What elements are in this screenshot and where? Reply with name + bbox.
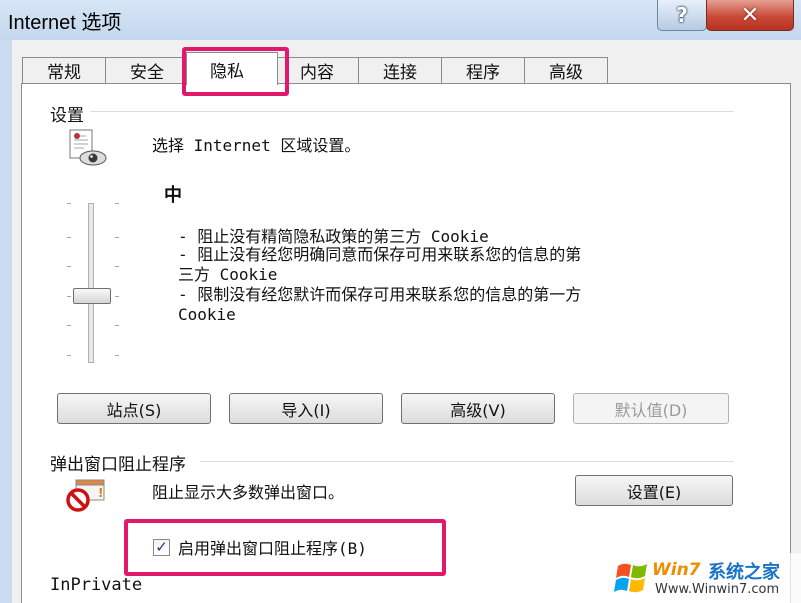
slider-tick <box>67 203 71 204</box>
tab-content[interactable]: 内容 <box>275 57 359 83</box>
slider-tick <box>115 237 119 238</box>
slider-tick <box>115 203 119 204</box>
popup-blocker-icon: ! <box>66 479 105 512</box>
tab-general[interactable]: 常规 <box>22 57 106 83</box>
help-button[interactable]: ? <box>657 0 707 31</box>
tab-label: 安全 <box>130 63 164 83</box>
windows-logo-icon <box>614 563 647 593</box>
slider-tick <box>67 266 71 267</box>
button-label: 导入(I) <box>281 400 331 420</box>
help-icon: ? <box>676 3 688 27</box>
tab-privacy[interactable]: 隐私 <box>186 52 278 85</box>
button-label: 高级(V) <box>450 400 506 420</box>
privacy-description-line: - 阻止没有经您明确同意而保存可用来联系您的信息的第 <box>178 245 582 264</box>
slider-tick <box>115 355 119 356</box>
tab-label: 隐私 <box>210 61 244 82</box>
tab-label: 内容 <box>300 63 334 83</box>
button-label: 设置(E) <box>626 482 682 502</box>
watermark-text: Win7 <box>652 560 701 580</box>
button-label: 站点(S) <box>106 400 162 420</box>
slider-tick <box>115 296 119 297</box>
tab-programs[interactable]: 程序 <box>441 57 525 83</box>
advanced-button[interactable]: 高级(V) <box>401 393 555 424</box>
privacy-document-icon <box>69 129 107 166</box>
enable-popup-blocker-label[interactable]: 启用弹出窗口阻止程序(B) <box>178 539 367 559</box>
slider-tick <box>67 296 71 297</box>
tab-connections[interactable]: 连接 <box>358 57 442 83</box>
privacy-level-slider-track[interactable] <box>88 203 94 363</box>
checkmark-icon: ✓ <box>155 538 168 556</box>
import-button[interactable]: 导入(I) <box>229 393 383 424</box>
inprivate-group-label: InPrivate <box>50 575 149 595</box>
default-button[interactable]: 默认值(D) <box>573 393 729 424</box>
tab-label: 常规 <box>47 63 81 83</box>
tab-label: 连接 <box>383 63 417 83</box>
zone-instruction-text: 选择 Internet 区域设置。 <box>152 136 361 155</box>
enable-popup-blocker-checkbox[interactable]: ✓ <box>153 539 170 556</box>
slider-tick <box>115 325 119 326</box>
slider-tick <box>67 237 71 238</box>
button-label: 默认值(D) <box>614 400 688 420</box>
tab-advanced[interactable]: 高级 <box>524 57 608 83</box>
settings-group-label: 设置 <box>50 101 90 126</box>
close-icon: ✕ <box>740 2 760 28</box>
watermark-url: Www.Winwin7.com <box>655 582 780 597</box>
tab-security[interactable]: 安全 <box>105 57 189 83</box>
svg-text:!: ! <box>98 486 103 500</box>
popup-blocker-group-label: 弹出窗口阻止程序 <box>50 450 192 475</box>
settings-group-divider <box>86 111 734 112</box>
popup-settings-button[interactable]: 设置(E) <box>575 475 733 506</box>
privacy-level-title: 中 <box>164 185 182 206</box>
window-title: Internet 选项 <box>8 12 122 34</box>
privacy-description-line: - 阻止没有精简隐私政策的第三方 Cookie <box>178 227 489 246</box>
popup-blocker-description: 阻止显示大多数弹出窗口。 <box>152 483 345 502</box>
tab-label: 高级 <box>549 63 583 83</box>
privacy-description-line: - 限制没有经您默许而保存可用来联系您的信息的第一方 <box>178 285 582 304</box>
privacy-description-line: Cookie <box>178 305 236 324</box>
sites-button[interactable]: 站点(S) <box>57 393 211 424</box>
slider-tick <box>67 355 71 356</box>
popup-group-divider <box>200 461 734 462</box>
tab-label: 程序 <box>466 63 500 83</box>
close-button[interactable]: ✕ <box>706 0 794 31</box>
title-bar[interactable]: Internet 选项 ? ✕ <box>0 0 801 40</box>
privacy-description-line: 三方 Cookie <box>178 265 278 284</box>
watermark-text: 系统之家 <box>708 562 780 583</box>
slider-tick <box>67 325 71 326</box>
privacy-level-slider-thumb[interactable] <box>73 288 111 304</box>
privacy-tab-panel <box>21 83 791 603</box>
slider-tick <box>115 266 119 267</box>
